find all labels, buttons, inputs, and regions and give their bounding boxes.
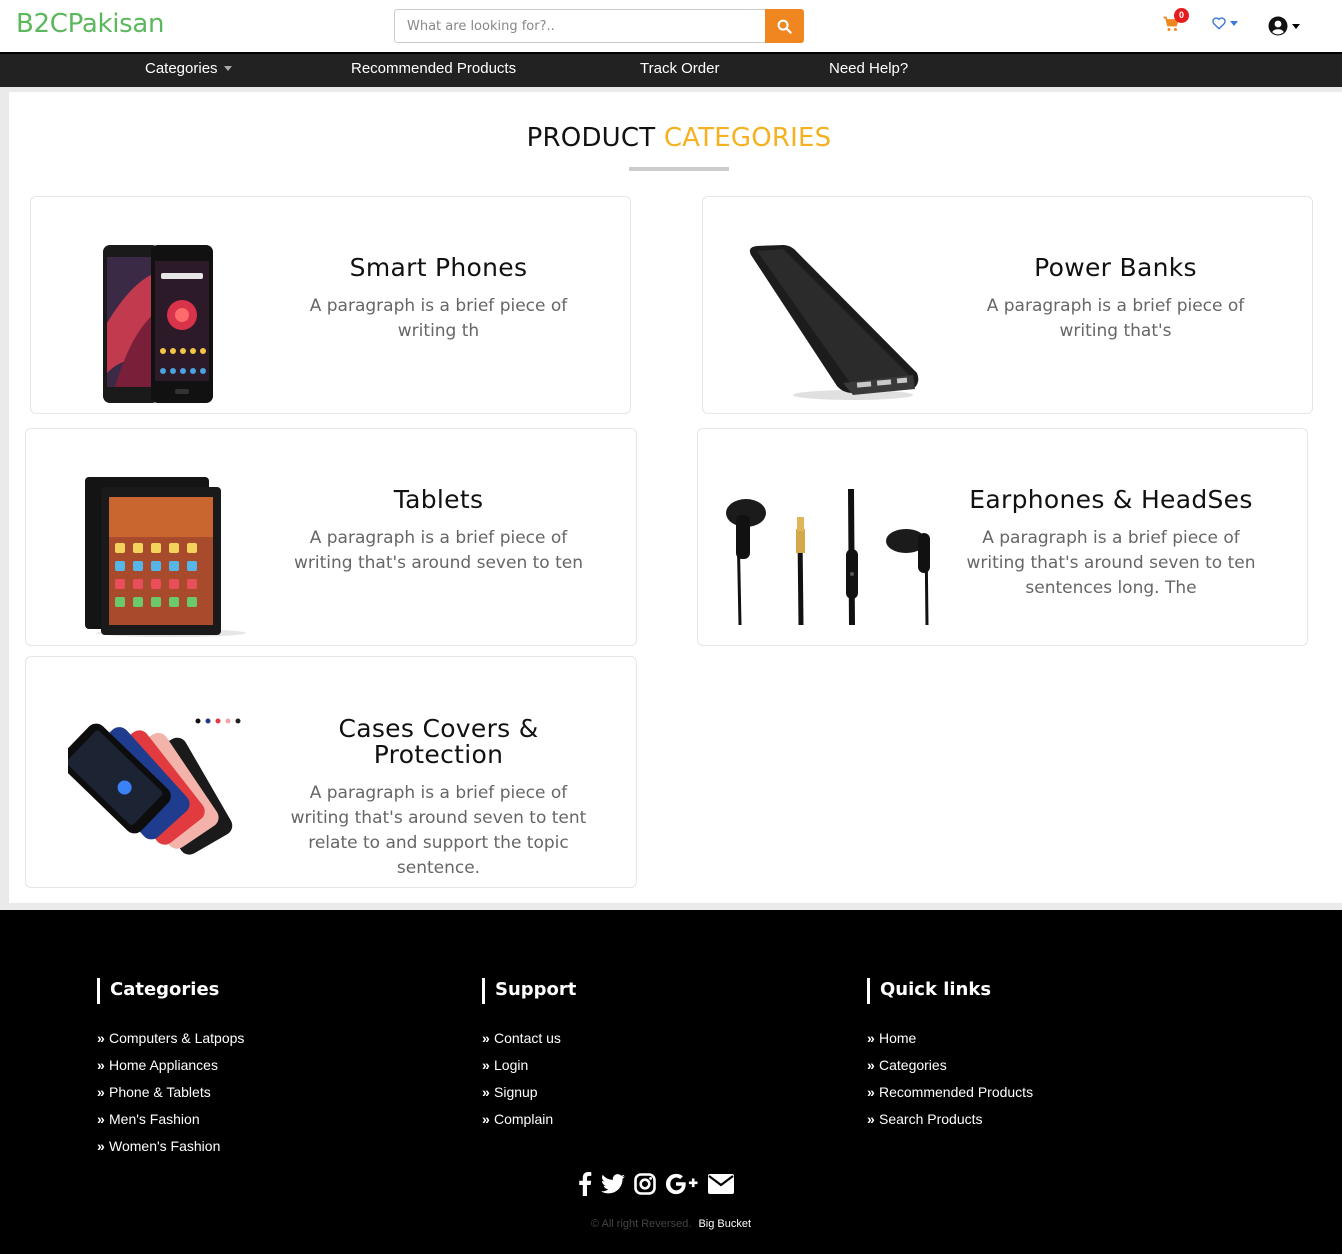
nav-label: Categories — [145, 60, 218, 77]
nav-recommended-products[interactable]: Recommended Products — [351, 60, 516, 77]
category-card-power-banks[interactable]: Power Banks A paragraph is a brief piece… — [702, 196, 1313, 414]
double-chevron-right-icon: » — [97, 1138, 105, 1154]
category-text: Earphones & HeadSes A paragraph is a bri… — [963, 487, 1259, 601]
footer-link[interactable]: » Signup — [482, 1082, 576, 1109]
heading-underline — [629, 167, 729, 171]
footer-heading: Support — [482, 978, 576, 1004]
wishlist-dropdown[interactable] — [1212, 17, 1238, 30]
search-button[interactable] — [765, 9, 804, 43]
footer-link[interactable]: » Home Appliances — [97, 1055, 244, 1082]
powerbank-image — [749, 245, 919, 400]
category-description: A paragraph is a brief piece of writing … — [309, 296, 568, 341]
category-title: Cases Covers & Protection — [338, 714, 539, 769]
copyright-text: © All right Reversed. — [590, 1218, 692, 1230]
search-input[interactable] — [394, 9, 765, 43]
nav-track-order[interactable]: Track Order — [640, 60, 719, 77]
phone-cases-image — [68, 718, 241, 855]
category-description: A paragraph is a brief piece of writing … — [986, 296, 1245, 341]
section-heading: PRODUCT CATEGORIES — [0, 123, 1342, 153]
category-card-tablets[interactable]: Tablets A paragraph is a brief piece of … — [25, 428, 637, 646]
category-card-cases-covers[interactable]: Cases Covers & Protection A paragraph is… — [25, 656, 637, 888]
footer-heading: Quick links — [867, 978, 1033, 1004]
heading-accent: CATEGORIES — [663, 123, 832, 153]
instagram-icon[interactable] — [634, 1173, 656, 1195]
nav-label: Need Help? — [829, 60, 909, 77]
double-chevron-right-icon: » — [482, 1084, 490, 1100]
category-description: A paragraph is a brief piece of writing … — [966, 528, 1256, 598]
user-account-dropdown[interactable] — [1268, 16, 1300, 36]
chevron-down-icon — [1292, 23, 1300, 29]
search-bar — [394, 9, 804, 43]
twitter-icon[interactable] — [601, 1174, 625, 1194]
footer-link[interactable]: » Recommended Products — [867, 1082, 1033, 1109]
chevron-down-icon — [223, 66, 232, 71]
category-description: A paragraph is a brief piece of writing … — [290, 783, 587, 878]
footer-link-list: » Contact us » Login » Signup » Complain — [482, 1028, 576, 1136]
category-title: Power Banks — [1034, 253, 1197, 282]
double-chevron-right-icon: » — [867, 1030, 875, 1046]
category-title: Smart Phones — [349, 253, 528, 282]
double-chevron-right-icon: » — [97, 1084, 105, 1100]
category-title: Earphones & HeadSes — [969, 485, 1253, 514]
double-chevron-right-icon: » — [97, 1111, 105, 1127]
footer-link-list: » Home » Categories » Recommended Products … — [867, 1028, 1033, 1136]
double-chevron-right-icon: » — [97, 1030, 105, 1046]
category-text: Tablets A paragraph is a brief piece of … — [286, 487, 591, 576]
cart-count-badge: 0 — [1174, 8, 1189, 23]
smartphones-image — [103, 245, 213, 403]
search-icon — [777, 19, 792, 34]
footer-link[interactable]: » Computers & Latpops — [97, 1028, 244, 1055]
double-chevron-right-icon: » — [482, 1030, 490, 1046]
footer-column-support: Support » Contact us » Login » Signup » Comp… — [482, 978, 576, 1136]
double-chevron-right-icon: » — [482, 1057, 490, 1073]
footer-link[interactable]: » Men's Fashion — [97, 1109, 244, 1136]
category-text: Smart Phones A paragraph is a brief piec… — [286, 255, 591, 344]
site-logo[interactable]: B2CPakisan — [16, 9, 165, 39]
footer-link[interactable]: » Categories — [867, 1055, 1033, 1082]
footer-link[interactable]: » Contact us — [482, 1028, 576, 1055]
footer-link[interactable]: » Home — [867, 1028, 1033, 1055]
google-plus-icon[interactable] — [665, 1173, 699, 1195]
double-chevron-right-icon: » — [867, 1057, 875, 1073]
double-chevron-right-icon: » — [867, 1111, 875, 1127]
footer-link[interactable]: » Phone & Tablets — [97, 1082, 244, 1109]
footer-link[interactable]: » Complain — [482, 1109, 576, 1136]
category-text: Cases Covers & Protection A paragraph is… — [286, 716, 591, 881]
facebook-icon[interactable] — [578, 1172, 592, 1196]
nav-need-help[interactable]: Need Help? — [829, 60, 908, 77]
footer-link[interactable]: » Women's Fashion — [97, 1136, 244, 1163]
nav-categories[interactable]: Categories — [145, 60, 232, 77]
double-chevron-right-icon: » — [97, 1057, 105, 1073]
site-footer: Categories » Computers & Latpops » Home Ap… — [0, 910, 1342, 1254]
double-chevron-right-icon: » — [482, 1111, 490, 1127]
social-links — [578, 1172, 734, 1196]
footer-link[interactable]: » Login — [482, 1055, 576, 1082]
earphones-image — [726, 488, 930, 626]
heart-icon — [1212, 17, 1226, 30]
copyright-notice: © All right Reversed. Big Bucket — [0, 1218, 1342, 1230]
top-header: B2CPakisan 0 — [0, 0, 1342, 52]
footer-column-quick-links: Quick links » Home » Categories » Recommend… — [867, 978, 1033, 1136]
chevron-down-icon — [1230, 21, 1238, 26]
footer-heading: Categories — [97, 978, 244, 1004]
footer-column-categories: Categories » Computers & Latpops » Home Ap… — [97, 978, 244, 1163]
category-title: Tablets — [393, 485, 484, 514]
category-card-smart-phones[interactable]: Smart Phones A paragraph is a brief piec… — [30, 196, 631, 414]
main-navigation: Categories Recommended Products Track Or… — [0, 52, 1342, 87]
double-chevron-right-icon: » — [867, 1084, 875, 1100]
user-circle-icon — [1268, 16, 1288, 36]
category-description: A paragraph is a brief piece of writing … — [294, 528, 583, 573]
envelope-icon[interactable] — [708, 1174, 734, 1194]
heading-plain: PRODUCT — [526, 123, 656, 153]
category-text: Power Banks A paragraph is a brief piece… — [973, 255, 1258, 344]
tablet-image — [85, 477, 246, 637]
footer-link-list: » Computers & Latpops » Home Appliances » P… — [97, 1028, 244, 1163]
nav-label: Track Order — [640, 60, 720, 77]
footer-link[interactable]: » Search Products — [867, 1109, 1033, 1136]
category-card-earphones[interactable]: Earphones & HeadSes A paragraph is a bri… — [697, 428, 1308, 646]
copyright-brand-link[interactable]: Big Bucket — [698, 1218, 751, 1230]
nav-label: Recommended Products — [351, 60, 517, 77]
